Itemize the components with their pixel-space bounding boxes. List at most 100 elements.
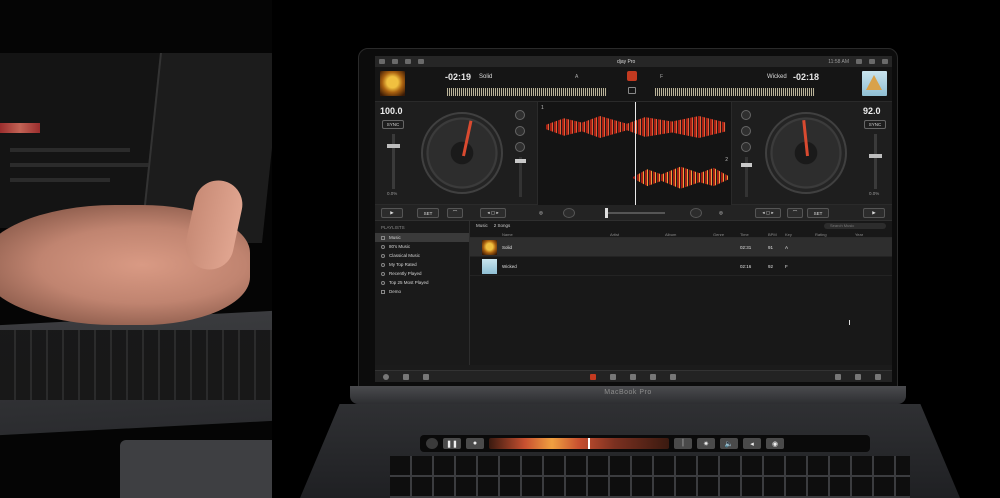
sidebar-item-demo[interactable]: Demo [375,287,469,296]
playlist-sidebar: PLAYLISTS Music 80's Music Classical Mus… [375,221,470,365]
deck-left-volume-fader[interactable] [515,157,526,197]
track-time: 02:31 [740,245,752,250]
touchbar-scrub-button[interactable]: ⏐ [674,438,692,449]
pitch-thumb[interactable] [869,154,882,158]
deck-left-waveform[interactable] [546,116,726,138]
fullscreen-icon[interactable] [875,374,881,380]
deck-right-waveform[interactable] [633,166,728,189]
fader-thumb[interactable] [515,159,526,163]
microphone-icon[interactable] [405,59,411,64]
waveform-deck-right-number: 2 [725,157,728,163]
headphones-icon[interactable]: ◎ [715,208,727,218]
deck-right-eq-mid-knob[interactable] [741,126,751,136]
deck-left-set-cue-button[interactable]: SET [417,208,439,218]
breadcrumb[interactable]: Music [476,223,488,228]
pitch-thumb[interactable] [387,144,400,148]
window-icon[interactable] [882,59,888,64]
touchbar-siri-icon[interactable]: ◉ [766,438,784,449]
column-name[interactable]: Name [502,232,513,237]
deck-right-eq-low-knob[interactable] [741,142,751,152]
column-rating[interactable]: Rating [815,232,827,237]
deck-right-loop-button[interactable]: ⌒ [787,208,803,218]
table-row[interactable]: Solid 02:31 91 A [470,238,892,257]
column-key[interactable]: Key [785,232,792,237]
column-artist[interactable]: Artist [610,232,619,237]
touchbar-volume-icon[interactable]: 🔈 [720,438,738,449]
crossfader-thumb[interactable] [605,208,608,218]
column-time[interactable]: Time [740,232,749,237]
music-note-icon[interactable] [610,374,616,380]
effects-icon[interactable] [630,374,636,380]
touchbar-cue-button[interactable]: ● [466,438,484,449]
deck-left-eq-high-knob[interactable] [515,110,525,120]
deck-right-skip-controls[interactable]: ◂ ▢ ▸ [755,208,781,218]
sidebar-item-recently-played[interactable]: Recently Played [375,269,469,278]
sidebar-item-my-top-rated[interactable]: My Top Rated [375,260,469,269]
touch-bar[interactable]: ❚❚ ● ⏐ ✷ 🔈 ◂ ◉ [420,435,870,452]
keyboard[interactable] [390,456,910,498]
fader-thumb[interactable] [741,163,752,167]
touchbar-mute-icon[interactable]: ◂ [743,438,761,449]
deck-left-eq-low-knob[interactable] [515,142,525,152]
deck-right-volume-fader[interactable] [741,157,752,197]
headphones-icon[interactable]: ◎ [535,208,547,218]
deck-right-title: Wicked [767,74,787,80]
deck-left-pitch-slider[interactable] [387,134,400,189]
layout-icon[interactable] [869,59,875,64]
column-bpm[interactable]: BPM [768,232,777,237]
apple-icon[interactable] [379,59,385,64]
deck-right-time: -02:18 [793,72,820,82]
column-year[interactable]: Year [855,232,863,237]
deck-right-set-cue-button[interactable]: SET [807,208,829,218]
touchbar-pause-button[interactable]: ❚❚ [443,438,461,449]
deck-left-eq-mid-knob[interactable] [515,126,525,136]
deck-right-play-button[interactable]: ▶ [863,208,885,218]
deck-left-skip-controls[interactable]: ◂ ▢ ▸ [480,208,506,218]
album-art-left[interactable] [380,71,405,96]
column-genre[interactable]: Genre [713,232,724,237]
settings-icon[interactable] [856,59,862,64]
deck-right-pitch-slider[interactable] [869,134,882,189]
table-row[interactable]: Wicked 02:16 92 F [470,257,892,276]
playlists-heading: PLAYLISTS [381,225,405,230]
touchbar-esc-button[interactable] [426,438,438,449]
album-art-right[interactable] [862,71,887,96]
deck-left-turntable[interactable] [421,112,503,194]
deck-right-sync-button[interactable]: SYNC [864,120,886,129]
grid-icon[interactable] [418,59,424,64]
sidebar-item-classical-music[interactable]: Classical Music [375,251,469,260]
lock-icon[interactable] [670,374,676,380]
deck-left-filter-knob[interactable] [563,208,575,218]
sampler-icon[interactable] [650,374,656,380]
background-row [10,163,150,167]
touchbar-brightness-icon[interactable]: ✷ [697,438,715,449]
deck-left-overview-waveform[interactable] [447,88,607,96]
account-icon[interactable] [383,374,389,380]
deck-right-filter-knob[interactable] [690,208,702,218]
sidebar-item-top-25-most-played[interactable]: Top 25 Most Played [375,278,469,287]
record-button[interactable] [627,71,637,81]
sidebar-item-music[interactable]: Music [375,233,469,242]
library-icon[interactable] [590,374,596,380]
decks-area: 100.0 SYNC 0.0% 1 2 92.0 SYNC 0.0% [375,102,892,205]
deck-left-sync-button[interactable]: SYNC [382,120,404,129]
add-icon[interactable] [403,374,409,380]
crossfader[interactable] [605,208,665,218]
column-album[interactable]: Album [665,232,676,237]
deck-right-eq-high-knob[interactable] [741,110,751,120]
deck-left-play-button[interactable]: ▶ [381,208,403,218]
search-input[interactable]: Search Music [824,222,886,229]
deck-left-loop-button[interactable]: ⌒ [447,208,463,218]
mixer-icon[interactable] [628,87,636,94]
layout-icon[interactable] [855,374,861,380]
deck-right-turntable[interactable] [765,112,847,194]
track-list: Music 2 Songs Search Music Name Artist A… [470,221,892,365]
deck-right-overview-waveform[interactable] [655,88,815,96]
edit-icon[interactable] [835,374,841,380]
waveform-view[interactable]: 1 2 [537,102,732,205]
settings-icon[interactable] [423,374,429,380]
sidebar-item-label: Music [389,235,401,240]
sidebar-item-80s-music[interactable]: 80's Music [375,242,469,251]
touchbar-waveform[interactable] [489,438,669,449]
headphones-icon[interactable] [392,59,398,64]
